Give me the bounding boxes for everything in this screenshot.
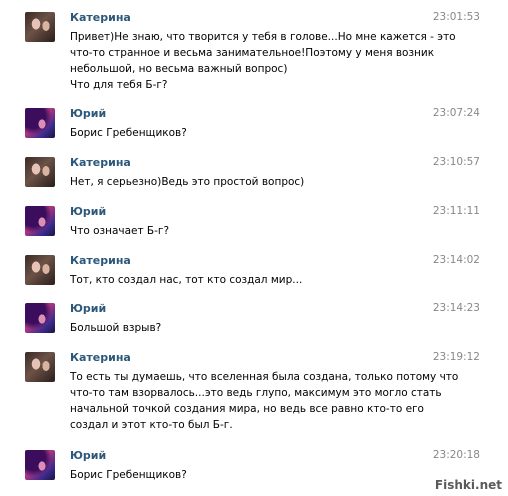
avatar[interactable]: [25, 352, 55, 382]
watermark: Fishki.net: [434, 478, 502, 492]
message-text: Что означает Б-г?: [70, 223, 430, 239]
message-line: Что означает Б-г?: [70, 225, 170, 237]
sender-name[interactable]: Юрий: [70, 107, 106, 120]
message-line: создал и этот кто-то был Б-г.: [70, 419, 233, 431]
message-line: То есть ты думаешь, что вселенная была с…: [70, 371, 459, 383]
avatar[interactable]: [25, 157, 55, 187]
message-line: начальной точкой создания мира, но ведь …: [70, 403, 424, 415]
message-line: Борис Гребенщиков?: [70, 127, 187, 139]
message-time: 23:14:23: [432, 302, 480, 314]
message-line: Что для тебя Б-г?: [70, 79, 168, 91]
message-line: что-то там взорвалось...это ведь глупо, …: [70, 387, 442, 399]
sender-name[interactable]: Катерина: [70, 156, 131, 169]
message-text: Борис Гребенщиков?: [70, 125, 430, 141]
sender-name[interactable]: Катерина: [70, 254, 131, 267]
message-time: 23:14:02: [432, 254, 480, 266]
message-text: Тот, кто создал нас, тот кто создал мир.…: [70, 272, 430, 288]
sender-name[interactable]: Юрий: [70, 302, 106, 315]
message-line: Тот, кто создал нас, тот кто создал мир.…: [70, 274, 303, 286]
sender-name[interactable]: Юрий: [70, 205, 106, 218]
sender-name[interactable]: Юрий: [70, 449, 106, 462]
message-time: 23:01:53: [432, 11, 480, 23]
sender-name[interactable]: Катерина: [70, 351, 131, 364]
message-time: 23:11:11: [432, 205, 480, 217]
message-line: что-то странное и весьма занимательное!П…: [70, 47, 435, 59]
avatar[interactable]: [25, 450, 55, 480]
message-line: Нет, я серьезно)Ведь это простой вопрос): [70, 176, 305, 188]
avatar[interactable]: [25, 255, 55, 285]
avatar[interactable]: [25, 108, 55, 138]
message-text: Борис Гребенщиков?: [70, 467, 430, 483]
message-time: 23:07:24: [432, 107, 480, 119]
avatar[interactable]: [25, 206, 55, 236]
message-text: Нет, я серьезно)Ведь это простой вопрос): [70, 174, 430, 190]
message-time: 23:10:57: [432, 156, 480, 168]
message-line: Большой взрыв?: [70, 322, 162, 334]
avatar[interactable]: [25, 12, 55, 42]
message-text: Большой взрыв?: [70, 320, 430, 336]
message-text: Привет)Не знаю, что творится у тебя в го…: [70, 29, 456, 93]
avatar[interactable]: [25, 303, 55, 333]
message-time: 23:19:12: [432, 351, 480, 363]
message-text: То есть ты думаешь, что вселенная была с…: [70, 369, 459, 433]
message-line: Привет)Не знаю, что творится у тебя в го…: [70, 31, 456, 43]
message-line: Борис Гребенщиков?: [70, 469, 187, 481]
sender-name[interactable]: Катерина: [70, 11, 131, 24]
message-time: 23:20:18: [432, 449, 480, 461]
message-line: небольшой, но весьма важный вопрос): [70, 63, 288, 75]
